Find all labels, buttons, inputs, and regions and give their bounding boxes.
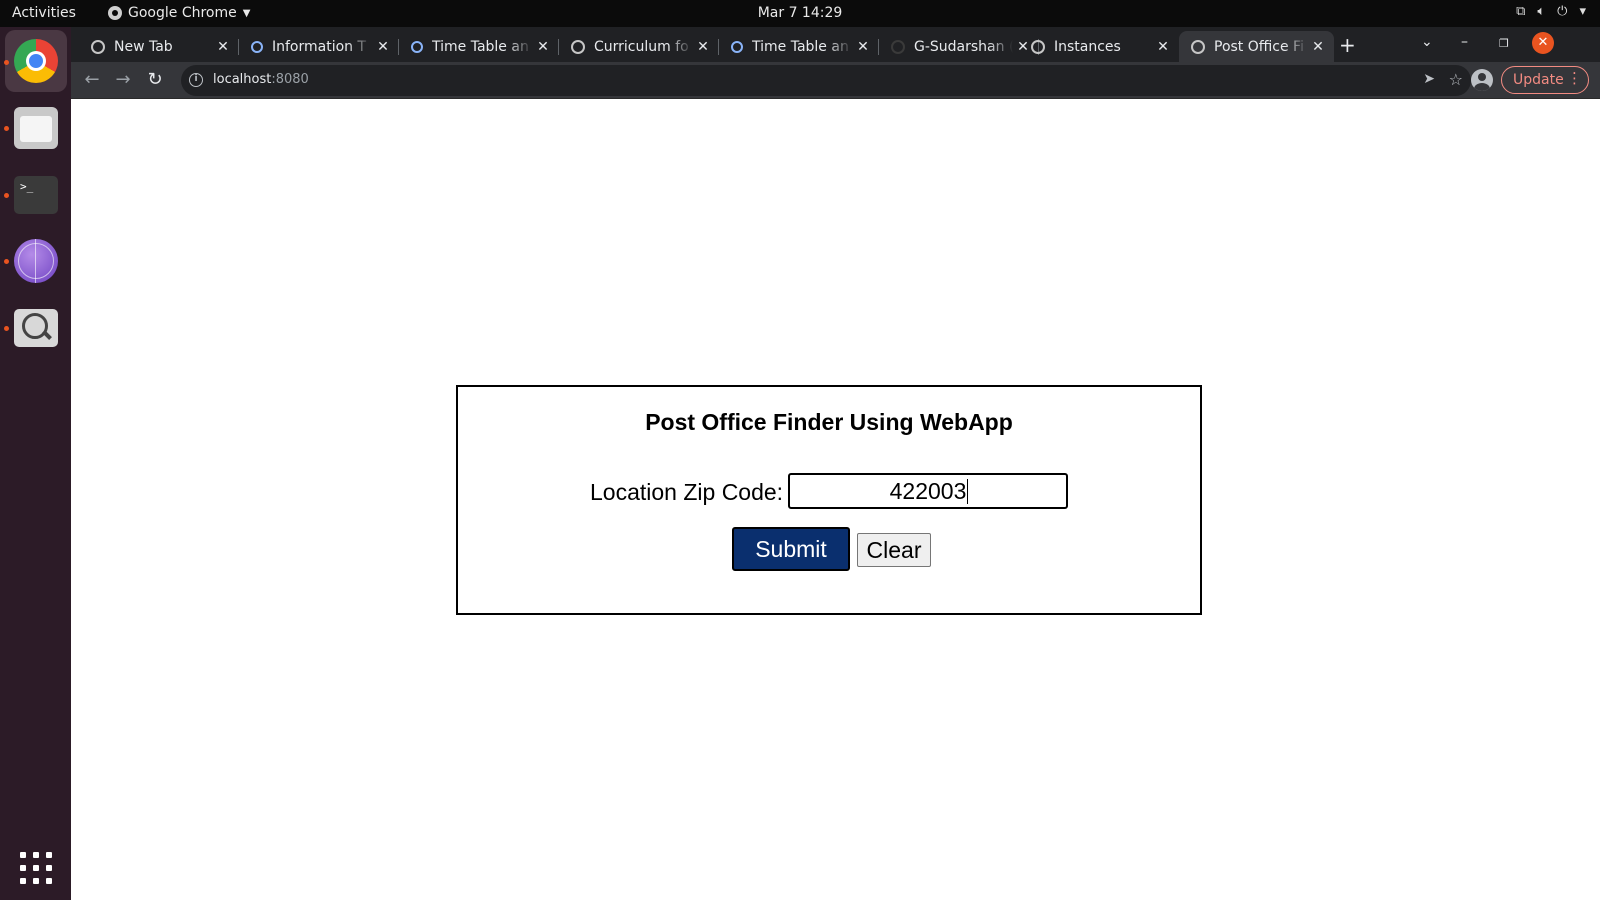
back-icon[interactable]: ← bbox=[81, 69, 103, 90]
tab-g-sudarshan[interactable]: G-Sudarshan ( ✕ bbox=[879, 31, 1039, 62]
zip-code-input[interactable] bbox=[788, 473, 1068, 509]
tab-strip: New Tab ✕ Information T ✕ Time Table an … bbox=[71, 27, 1600, 62]
running-indicator bbox=[4, 259, 9, 264]
info-icon[interactable]: i bbox=[189, 73, 203, 87]
terminal-icon: >_ bbox=[14, 176, 58, 214]
profile-avatar-icon[interactable] bbox=[1471, 69, 1493, 91]
globe-icon bbox=[14, 239, 58, 283]
power-icon: ⏻ bbox=[1557, 4, 1568, 19]
dock: >_ bbox=[0, 27, 71, 900]
new-tab-button[interactable]: + bbox=[1339, 33, 1356, 57]
running-indicator bbox=[4, 326, 9, 331]
restore-icon[interactable]: ❐ bbox=[1499, 37, 1509, 50]
activities-button[interactable]: Activities bbox=[12, 5, 76, 21]
loading-ring-icon bbox=[411, 40, 423, 53]
tab-label: Time Table an bbox=[432, 38, 529, 55]
forward-icon[interactable]: → bbox=[112, 69, 134, 90]
submit-button[interactable]: Submit bbox=[732, 527, 850, 571]
apps-grid-icon[interactable] bbox=[20, 852, 52, 884]
globe-icon bbox=[1191, 39, 1205, 54]
system-menu-caret-icon: ▾ bbox=[1579, 4, 1586, 19]
files-icon bbox=[14, 107, 58, 149]
volume-icon: 🔈︎ bbox=[1537, 4, 1546, 19]
running-indicator bbox=[4, 60, 9, 65]
tab-label: Post Office Fi bbox=[1214, 38, 1304, 55]
magnifier-icon bbox=[14, 309, 58, 347]
tab-instances[interactable]: Instances ✕ bbox=[1019, 31, 1179, 62]
system-tray[interactable]: ⧉ 🔈︎ ⏻ ▾ bbox=[1516, 4, 1586, 19]
tab-label: Time Table an bbox=[752, 38, 849, 55]
chrome-icon bbox=[108, 6, 122, 20]
close-icon[interactable]: ✕ bbox=[373, 39, 393, 55]
close-icon[interactable]: ✕ bbox=[533, 39, 553, 55]
bookmark-star-icon[interactable]: ☆ bbox=[1449, 70, 1463, 89]
url-host: localhost bbox=[213, 72, 272, 87]
window-close-icon[interactable]: ✕ bbox=[1532, 32, 1554, 54]
dock-item-files[interactable] bbox=[13, 105, 59, 151]
close-icon[interactable]: ✕ bbox=[693, 39, 713, 55]
update-button[interactable]: Update ⋮ bbox=[1501, 66, 1589, 94]
clear-button[interactable]: Clear bbox=[857, 533, 931, 567]
page-title: Post Office Finder Using WebApp bbox=[645, 409, 1013, 435]
minimize-icon[interactable]: – bbox=[1461, 34, 1468, 50]
send-tab-icon[interactable]: ➤ bbox=[1423, 71, 1435, 87]
tab-time-table-1[interactable]: Time Table an ✕ bbox=[399, 31, 559, 62]
zip-code-label: Location Zip Code: bbox=[590, 479, 784, 505]
tab-new-tab[interactable]: New Tab ✕ bbox=[79, 31, 239, 62]
tab-search-icon[interactable]: ⌄ bbox=[1421, 34, 1433, 50]
dock-item-terminal[interactable]: >_ bbox=[13, 172, 59, 218]
running-indicator bbox=[4, 126, 9, 131]
tab-curriculum[interactable]: Curriculum fo ✕ bbox=[559, 31, 719, 62]
running-indicator bbox=[4, 193, 9, 198]
loading-ring-icon bbox=[731, 40, 743, 53]
tab-label: Curriculum fo bbox=[594, 38, 689, 55]
tab-label: Information T bbox=[272, 38, 367, 55]
close-icon[interactable]: ✕ bbox=[1153, 39, 1173, 55]
text-cursor bbox=[967, 479, 968, 504]
close-icon[interactable]: ✕ bbox=[1308, 39, 1328, 55]
menu-kebab-icon: ⋮ bbox=[1567, 69, 1582, 87]
app-menu-label: Google Chrome bbox=[128, 5, 237, 21]
chrome-icon bbox=[14, 39, 58, 83]
tab-information[interactable]: Information T ✕ bbox=[239, 31, 399, 62]
app-menu[interactable]: Google Chrome ▼ bbox=[108, 5, 250, 21]
dock-item-browser[interactable] bbox=[13, 238, 59, 284]
network-icon: ⧉ bbox=[1516, 4, 1526, 19]
globe-icon bbox=[571, 39, 585, 54]
reload-icon[interactable]: ↻ bbox=[144, 69, 166, 90]
loading-ring-icon bbox=[251, 40, 263, 53]
tab-label: G-Sudarshan ( bbox=[914, 38, 1013, 55]
url-text[interactable]: localhost:8080 bbox=[213, 72, 309, 87]
close-icon[interactable]: ✕ bbox=[853, 39, 873, 55]
os-top-bar: Activities Google Chrome ▼ Mar 7 14:29 ⧉… bbox=[0, 0, 1600, 27]
finder-form: Post Office Finder Using WebApp Location… bbox=[456, 385, 1202, 615]
url-port: :8080 bbox=[271, 72, 309, 87]
page-viewport: Post Office Finder Using WebApp Location… bbox=[71, 99, 1600, 900]
tab-label: Instances bbox=[1054, 38, 1121, 55]
caret-down-icon: ▼ bbox=[242, 7, 251, 19]
chrome-icon bbox=[91, 39, 105, 54]
tab-time-table-2[interactable]: Time Table an ✕ bbox=[719, 31, 879, 62]
tab-post-office-finder[interactable]: Post Office Fi ✕ bbox=[1179, 31, 1334, 62]
update-label: Update bbox=[1513, 72, 1564, 88]
close-icon[interactable]: ✕ bbox=[213, 39, 233, 55]
address-bar[interactable]: i localhost:8080 ➤ ☆ bbox=[181, 65, 1471, 96]
tab-label: New Tab bbox=[114, 38, 173, 55]
globe-icon bbox=[1031, 39, 1045, 54]
dock-item-chrome[interactable] bbox=[5, 30, 67, 92]
browser-toolbar: ← → ↻ i localhost:8080 ➤ ☆ Update ⋮ bbox=[71, 62, 1600, 99]
dock-item-search[interactable] bbox=[13, 305, 59, 351]
github-icon bbox=[891, 39, 905, 54]
